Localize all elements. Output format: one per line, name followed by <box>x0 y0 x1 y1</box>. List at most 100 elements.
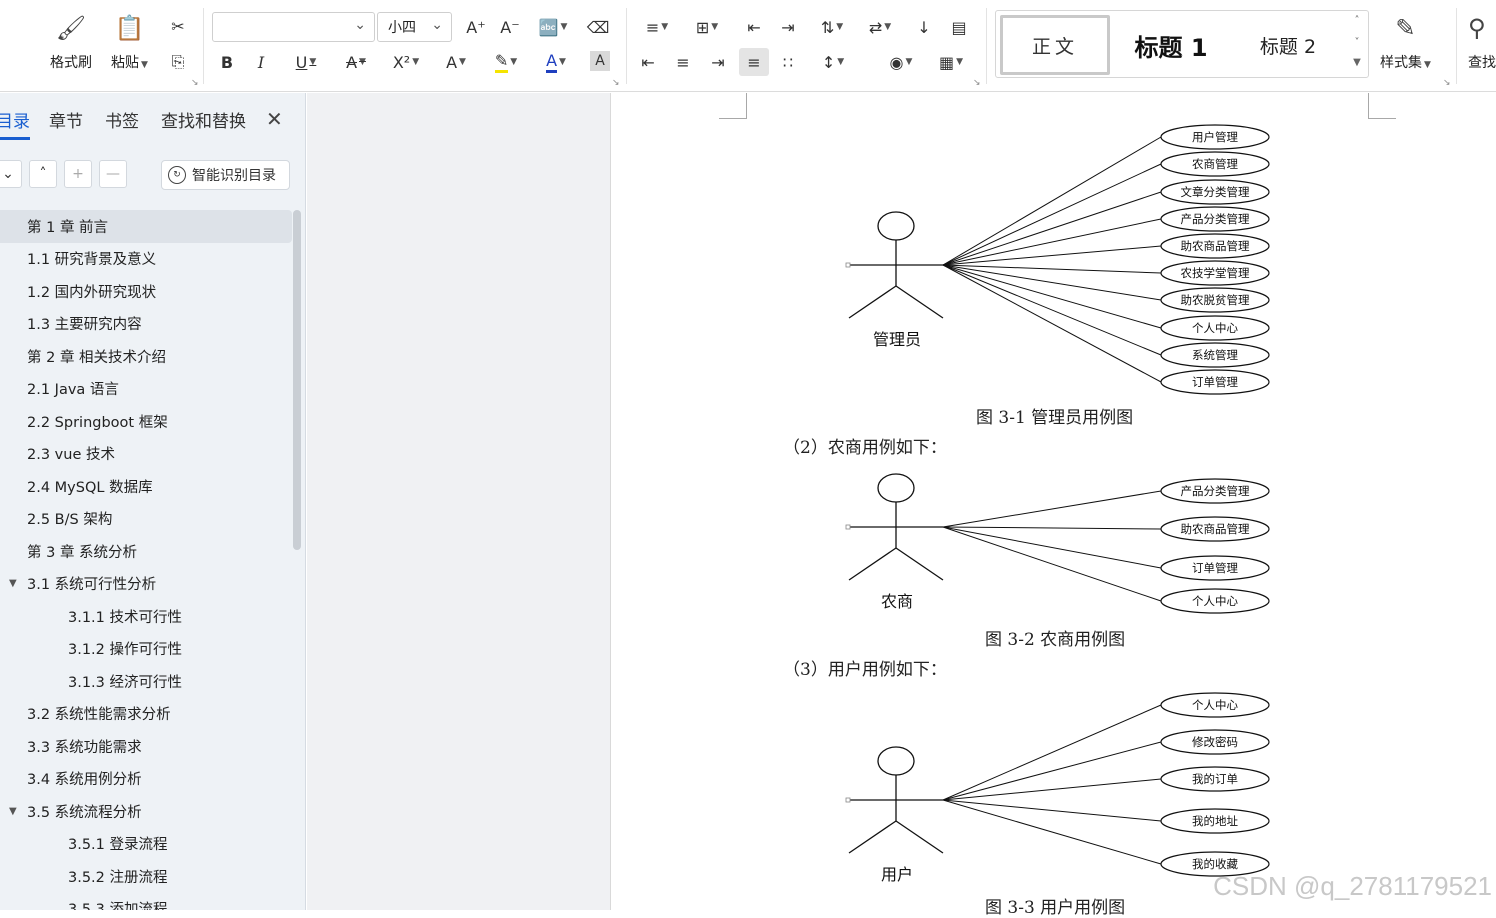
phonetic-guide-button[interactable]: 🔤 ▼ <box>534 14 572 40</box>
superscript-button[interactable]: X² ▼ <box>388 50 424 74</box>
copy-button[interactable]: ⎘ <box>166 50 190 74</box>
shading-button[interactable]: ◉ ▼ <box>882 50 920 74</box>
distribute-button[interactable]: ∷ <box>776 50 800 74</box>
tab-find-replace[interactable]: 查找和替换 <box>161 107 246 132</box>
smart-detect-icon: ↻ <box>168 166 186 184</box>
association-line <box>942 163 1162 266</box>
expand-triangle-icon[interactable]: ▼ <box>9 806 17 817</box>
toc-item[interactable]: 1.1 研究背景及意义 <box>0 243 292 276</box>
toc-item[interactable]: 3.2 系统性能需求分析 <box>0 698 292 731</box>
toc-item[interactable]: 3.1.2 操作可行性 <box>0 633 292 666</box>
style-normal[interactable]: 正文 <box>1000 15 1110 75</box>
add-heading-button[interactable]: + <box>64 160 92 188</box>
bullet-list-button[interactable]: ≡ ▼ <box>640 14 674 40</box>
show-marks-button[interactable]: ▤ <box>946 14 972 40</box>
format-painter-button[interactable]: 🖌 格式刷 <box>50 12 92 72</box>
toc-item[interactable]: 第 2 章 相关技术介绍 <box>0 340 292 373</box>
toc-item[interactable]: 3.3 系统功能需求 <box>0 730 292 763</box>
font-color-button[interactable]: A ▼ <box>538 50 574 74</box>
divider <box>626 8 627 84</box>
strikethrough-button[interactable]: A ▼ <box>338 50 374 74</box>
align-right-button[interactable]: ⇥ <box>706 50 730 74</box>
toc-item[interactable]: 2.1 Java 语言 <box>0 373 292 406</box>
gallery-expand-icon[interactable]: ▼ <box>1350 57 1364 68</box>
toc-item-label: 第 3 章 系统分析 <box>27 544 138 561</box>
dialog-launcher-icon[interactable]: ↘ <box>973 78 981 88</box>
document-page[interactable]: 管理员 用户管理 农商管理 文章分类管理 产品分类管理 助农商品管理 农技学堂管理 助农脱贫管… <box>610 93 1496 918</box>
toc-item-label: 2.4 MySQL 数据库 <box>27 479 153 496</box>
decrease-indent-button[interactable]: ⇤ <box>742 14 766 40</box>
toc-item[interactable]: 1.3 主要研究内容 <box>0 308 292 341</box>
text-direction-button[interactable]: ⇅ ▼ <box>814 14 850 40</box>
line-spacing-button[interactable]: ↕ ▼ <box>814 50 852 74</box>
actor-anchor <box>845 262 851 268</box>
bullet-list-icon: ≡ <box>645 17 660 37</box>
swap-icon: ⇄ <box>868 17 883 37</box>
use-case-label: 我的收藏 <box>1192 857 1238 871</box>
highlight-button[interactable]: ✎ ▼ <box>488 50 524 74</box>
toc-item[interactable]: 1.2 国内外研究现状 <box>0 275 292 308</box>
toc-item[interactable]: 2.5 B/S 架构 <box>0 503 292 536</box>
increase-indent-button[interactable]: ⇥ <box>776 14 800 40</box>
find-button[interactable]: ⚲ 查找 <box>1468 12 1496 72</box>
toc-item[interactable]: 3.1.1 技术可行性 <box>0 600 292 633</box>
expand-triangle-icon[interactable]: ▼ <box>9 578 17 589</box>
paste-button[interactable]: 📋 粘贴 ▼ <box>111 12 148 72</box>
toc-item[interactable]: 3.5.2 注册流程 <box>0 860 292 893</box>
toc-item[interactable]: ▼ 3.5 系统流程分析 <box>0 795 292 828</box>
scroll-down-icon[interactable]: ˅ <box>1350 37 1364 48</box>
expand-all-button[interactable]: ⌄ <box>0 160 22 188</box>
toc-item[interactable]: ▼ 3.1 系统可行性分析 <box>0 568 292 601</box>
close-icon[interactable]: ✕ <box>266 107 283 131</box>
justify-icon: ≡ <box>747 52 761 72</box>
association-line <box>942 526 1162 530</box>
text-effect-button[interactable]: A ▼ <box>438 50 474 74</box>
tab-toc[interactable]: 目录 <box>0 107 30 140</box>
toc-item[interactable]: 2.4 MySQL 数据库 <box>0 470 292 503</box>
tab-bookmarks[interactable]: 书签 <box>105 107 139 132</box>
cut-button[interactable]: ✂ <box>166 14 190 38</box>
font-name-combo[interactable]: ⌄ <box>212 12 375 42</box>
toc-item[interactable]: 第 1 章 前言 <box>0 210 292 243</box>
scroll-up-icon[interactable]: ˄ <box>1350 15 1364 26</box>
toc-item[interactable]: 3.1.3 经济可行性 <box>0 665 292 698</box>
dialog-launcher-icon[interactable]: ↘ <box>612 78 620 88</box>
toc-item[interactable]: 2.3 vue 技术 <box>0 438 292 471</box>
toc-item[interactable]: 第 3 章 系统分析 <box>0 535 292 568</box>
style-heading-2[interactable]: 标题 2 <box>1250 15 1326 75</box>
line-break-button[interactable]: ⇄ ▼ <box>862 14 898 40</box>
align-left-icon: ⇤ <box>641 52 655 72</box>
numbered-list-button[interactable]: ⊞ ▼ <box>690 14 724 40</box>
toc-item[interactable]: 3.5.1 登录流程 <box>0 828 292 861</box>
use-case-label: 助农脱贫管理 <box>1181 293 1250 307</box>
tab-chapters[interactable]: 章节 <box>49 107 83 132</box>
smart-toc-button[interactable]: ↻ 智能识别目录 <box>161 160 290 190</box>
font-size-combo[interactable]: 小四 ⌄ <box>377 12 452 42</box>
toc-item[interactable]: 2.2 Springboot 框架 <box>0 405 292 438</box>
collapse-button[interactable]: ˄ <box>29 160 57 188</box>
justify-button[interactable]: ≡ <box>739 48 769 76</box>
grow-font-button[interactable]: A⁺ <box>464 14 488 40</box>
style-set-button[interactable]: ✎ 样式集 ▼ <box>1380 12 1431 72</box>
bold-button[interactable]: B <box>216 50 238 74</box>
align-left-button[interactable]: ⇤ <box>636 50 660 74</box>
underline-button[interactable]: U ▼ <box>288 50 324 74</box>
shrink-font-button[interactable]: A⁻ <box>498 14 522 40</box>
clear-format-button[interactable]: ⌫ <box>586 14 610 40</box>
association-line <box>942 526 1162 602</box>
borders-button[interactable]: ▦ ▼ <box>932 50 970 74</box>
remove-heading-button[interactable]: — <box>99 160 127 188</box>
toc-item[interactable]: 3.4 系统用例分析 <box>0 763 292 796</box>
toc-scrollbar[interactable] <box>293 210 301 550</box>
char-shading-button[interactable]: A <box>590 51 610 71</box>
toc-item[interactable]: 3.5.3 添加流程 <box>0 893 292 910</box>
dialog-launcher-icon[interactable]: ↘ <box>191 78 199 88</box>
italic-button[interactable]: I <box>250 50 272 74</box>
toc-item-label: 1.3 主要研究内容 <box>27 317 142 334</box>
dialog-launcher-icon[interactable]: ↘ <box>1443 78 1451 88</box>
style-heading-1[interactable]: 标题 1 <box>1126 15 1216 75</box>
watermark: CSDN @q_2781179521 <box>1213 871 1492 901</box>
divider <box>986 8 987 84</box>
sort-button[interactable]: ↓ <box>912 14 936 40</box>
align-center-button[interactable]: ≡ <box>671 50 695 74</box>
